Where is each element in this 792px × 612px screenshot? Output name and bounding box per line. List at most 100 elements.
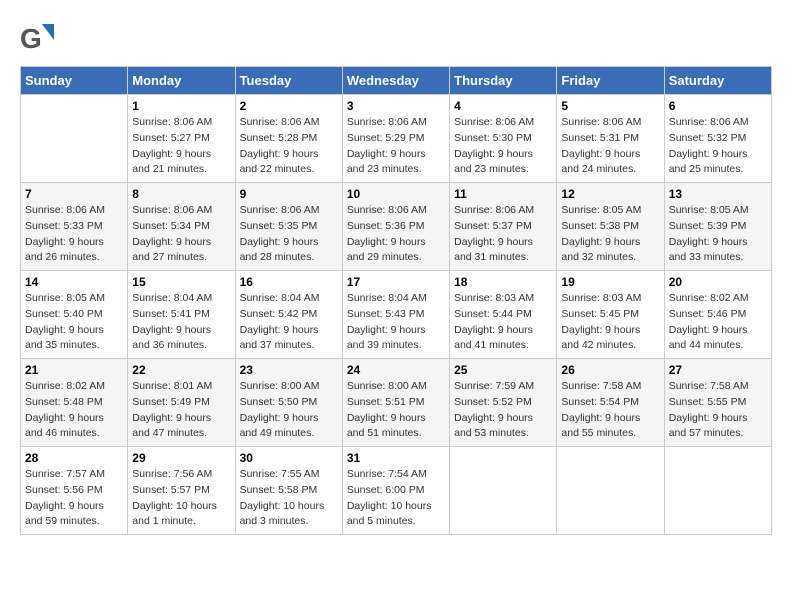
day-info: Sunrise: 8:03 AMSunset: 5:44 PMDaylight:…	[454, 291, 552, 354]
calendar-cell: 3 Sunrise: 8:06 AMSunset: 5:29 PMDaylight…	[342, 95, 449, 183]
calendar-cell: 20Sunrise: 8:02 AMSunset: 5:46 PMDayligh…	[664, 271, 771, 359]
day-info: Sunrise: 7:54 AMSunset: 6:00 PMDaylight:…	[347, 467, 445, 530]
day-info: Sunrise: 8:04 AMSunset: 5:42 PMDaylight:…	[240, 291, 338, 354]
day-number: 23	[240, 363, 338, 377]
day-number: 27	[669, 363, 767, 377]
day-number: 31	[347, 451, 445, 465]
day-number: 18	[454, 275, 552, 289]
day-number: 24	[347, 363, 445, 377]
calendar-cell: 27 Sunrise: 7:58 AMSunset: 5:55 PMDayligh…	[664, 359, 771, 447]
day-info: Sunrise: 8:06 AMSunset: 5:37 PMDaylight:…	[454, 203, 552, 266]
day-info: Sunrise: 7:56 AMSunset: 5:57 PMDaylight:…	[132, 467, 230, 530]
calendar-cell: 29 Sunrise: 7:56 AMSunset: 5:57 PMDayligh…	[128, 447, 235, 535]
day-info: Sunrise: 7:58 AMSunset: 5:55 PMDaylight:…	[669, 379, 767, 442]
calendar-cell: 17Sunrise: 8:04 AMSunset: 5:43 PMDayligh…	[342, 271, 449, 359]
calendar-cell: 16 Sunrise: 8:04 AMSunset: 5:42 PMDayligh…	[235, 271, 342, 359]
calendar-cell: 22 Sunrise: 8:01 AMSunset: 5:49 PMDayligh…	[128, 359, 235, 447]
calendar-cell	[664, 447, 771, 535]
calendar-table: SundayMondayTuesdayWednesdayThursdayFrid…	[20, 66, 772, 535]
calendar-week-2: 7 Sunrise: 8:06 AMSunset: 5:33 PMDaylight…	[21, 183, 772, 271]
calendar-cell: 6 Sunrise: 8:06 AMSunset: 5:32 PMDaylight…	[664, 95, 771, 183]
calendar-cell: 25 Sunrise: 7:59 AMSunset: 5:52 PMDayligh…	[450, 359, 557, 447]
day-number: 13	[669, 187, 767, 201]
calendar-cell: 24 Sunrise: 8:00 AMSunset: 5:51 PMDayligh…	[342, 359, 449, 447]
column-header-sunday: Sunday	[21, 67, 128, 95]
calendar-cell: 21 Sunrise: 8:02 AMSunset: 5:48 PMDayligh…	[21, 359, 128, 447]
logo: G	[20, 20, 60, 56]
day-info: Sunrise: 8:05 AMSunset: 5:39 PMDaylight:…	[669, 203, 767, 266]
day-info: Sunrise: 8:06 AMSunset: 5:33 PMDaylight:…	[25, 203, 123, 266]
calendar-week-3: 14 Sunrise: 8:05 AMSunset: 5:40 PMDayligh…	[21, 271, 772, 359]
day-number: 12	[561, 187, 659, 201]
calendar-cell: 14 Sunrise: 8:05 AMSunset: 5:40 PMDayligh…	[21, 271, 128, 359]
day-number: 5	[561, 99, 659, 113]
calendar-cell: 9Sunrise: 8:06 AMSunset: 5:35 PMDaylight…	[235, 183, 342, 271]
day-number: 14	[25, 275, 123, 289]
day-info: Sunrise: 7:58 AMSunset: 5:54 PMDaylight:…	[561, 379, 659, 442]
day-number: 17	[347, 275, 445, 289]
calendar-cell: 28Sunrise: 7:57 AMSunset: 5:56 PMDayligh…	[21, 447, 128, 535]
column-header-saturday: Saturday	[664, 67, 771, 95]
day-number: 1	[132, 99, 230, 113]
day-info: Sunrise: 8:00 AMSunset: 5:51 PMDaylight:…	[347, 379, 445, 442]
column-header-wednesday: Wednesday	[342, 67, 449, 95]
calendar-cell: 31 Sunrise: 7:54 AMSunset: 6:00 PMDayligh…	[342, 447, 449, 535]
day-info: Sunrise: 7:57 AMSunset: 5:56 PMDaylight:…	[25, 467, 123, 530]
day-info: Sunrise: 8:06 AMSunset: 5:29 PMDaylight:…	[347, 115, 445, 178]
day-info: Sunrise: 8:03 AMSunset: 5:45 PMDaylight:…	[561, 291, 659, 354]
calendar-cell: 26 Sunrise: 7:58 AMSunset: 5:54 PMDayligh…	[557, 359, 664, 447]
page-header: G	[20, 20, 772, 56]
calendar-cell: 10 Sunrise: 8:06 AMSunset: 5:36 PMDayligh…	[342, 183, 449, 271]
day-info: Sunrise: 8:06 AMSunset: 5:35 PMDaylight:…	[240, 203, 338, 266]
day-info: Sunrise: 8:06 AMSunset: 5:32 PMDaylight:…	[669, 115, 767, 178]
day-info: Sunrise: 8:06 AMSunset: 5:28 PMDaylight:…	[240, 115, 338, 178]
column-header-monday: Monday	[128, 67, 235, 95]
day-info: Sunrise: 7:59 AMSunset: 5:52 PMDaylight:…	[454, 379, 552, 442]
calendar-cell: 19 Sunrise: 8:03 AMSunset: 5:45 PMDayligh…	[557, 271, 664, 359]
day-info: Sunrise: 8:01 AMSunset: 5:49 PMDaylight:…	[132, 379, 230, 442]
day-number: 26	[561, 363, 659, 377]
column-header-thursday: Thursday	[450, 67, 557, 95]
day-info: Sunrise: 8:06 AMSunset: 5:27 PMDaylight:…	[132, 115, 230, 178]
day-number: 29	[132, 451, 230, 465]
day-number: 16	[240, 275, 338, 289]
day-number: 2	[240, 99, 338, 113]
svg-text:G: G	[20, 23, 42, 54]
calendar-cell: 18 Sunrise: 8:03 AMSunset: 5:44 PMDayligh…	[450, 271, 557, 359]
logo-icon: G	[20, 20, 56, 56]
day-info: Sunrise: 8:06 AMSunset: 5:36 PMDaylight:…	[347, 203, 445, 266]
day-info: Sunrise: 8:05 AMSunset: 5:40 PMDaylight:…	[25, 291, 123, 354]
day-info: Sunrise: 8:02 AMSunset: 5:48 PMDaylight:…	[25, 379, 123, 442]
calendar-cell	[557, 447, 664, 535]
calendar-week-4: 21 Sunrise: 8:02 AMSunset: 5:48 PMDayligh…	[21, 359, 772, 447]
day-number: 8	[132, 187, 230, 201]
day-info: Sunrise: 8:05 AMSunset: 5:38 PMDaylight:…	[561, 203, 659, 266]
calendar-cell: 23Sunrise: 8:00 AMSunset: 5:50 PMDayligh…	[235, 359, 342, 447]
day-number: 19	[561, 275, 659, 289]
calendar-cell	[21, 95, 128, 183]
day-number: 3	[347, 99, 445, 113]
day-number: 7	[25, 187, 123, 201]
day-info: Sunrise: 8:04 AMSunset: 5:41 PMDaylight:…	[132, 291, 230, 354]
calendar-cell: 12 Sunrise: 8:05 AMSunset: 5:38 PMDayligh…	[557, 183, 664, 271]
day-number: 10	[347, 187, 445, 201]
calendar-cell: 8Sunrise: 8:06 AMSunset: 5:34 PMDaylight…	[128, 183, 235, 271]
calendar-cell: 4Sunrise: 8:06 AMSunset: 5:30 PMDaylight…	[450, 95, 557, 183]
column-header-tuesday: Tuesday	[235, 67, 342, 95]
column-header-friday: Friday	[557, 67, 664, 95]
calendar-week-1: 1 Sunrise: 8:06 AMSunset: 5:27 PMDaylight…	[21, 95, 772, 183]
calendar-cell: 5 Sunrise: 8:06 AMSunset: 5:31 PMDaylight…	[557, 95, 664, 183]
day-number: 22	[132, 363, 230, 377]
calendar-cell	[450, 447, 557, 535]
day-number: 21	[25, 363, 123, 377]
day-info: Sunrise: 8:02 AMSunset: 5:46 PMDaylight:…	[669, 291, 767, 354]
calendar-cell: 7 Sunrise: 8:06 AMSunset: 5:33 PMDaylight…	[21, 183, 128, 271]
day-number: 6	[669, 99, 767, 113]
calendar-cell: 11Sunrise: 8:06 AMSunset: 5:37 PMDayligh…	[450, 183, 557, 271]
calendar-header-row: SundayMondayTuesdayWednesdayThursdayFrid…	[21, 67, 772, 95]
calendar-cell: 13 Sunrise: 8:05 AMSunset: 5:39 PMDayligh…	[664, 183, 771, 271]
day-info: Sunrise: 7:55 AMSunset: 5:58 PMDaylight:…	[240, 467, 338, 530]
day-info: Sunrise: 8:06 AMSunset: 5:31 PMDaylight:…	[561, 115, 659, 178]
day-number: 25	[454, 363, 552, 377]
calendar-cell: 2 Sunrise: 8:06 AMSunset: 5:28 PMDaylight…	[235, 95, 342, 183]
